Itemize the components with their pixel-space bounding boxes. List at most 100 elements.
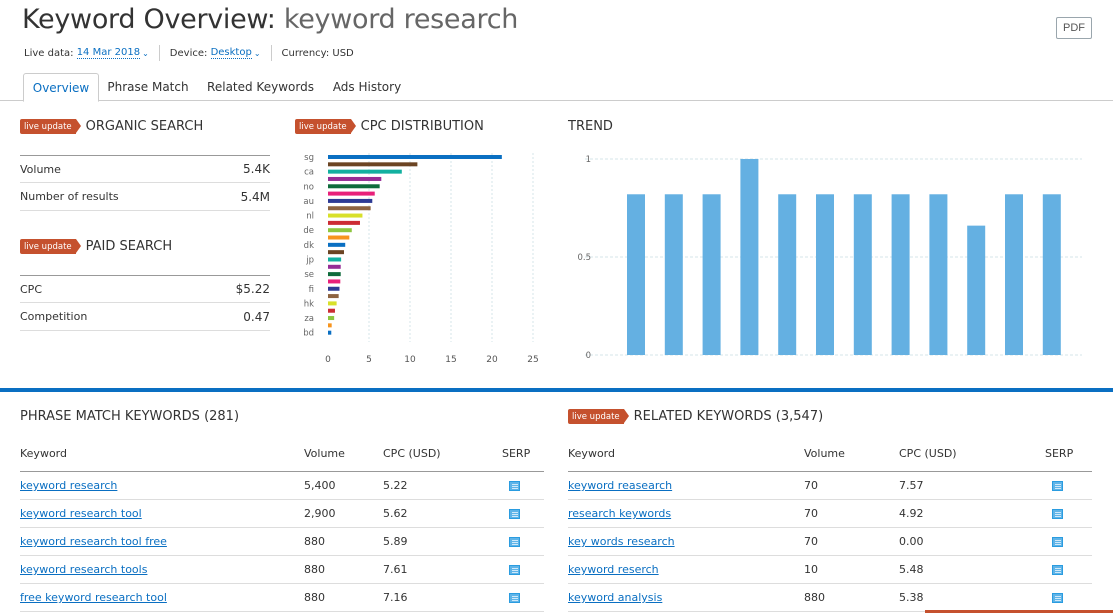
chevron-down-icon[interactable]: ⌄ [254, 49, 261, 58]
cpc-cell: 5.48 [899, 563, 924, 576]
cpc-cell: 7.57 [899, 479, 924, 492]
serp-icon[interactable] [509, 508, 520, 519]
volume-cell: 70 [804, 479, 818, 492]
paid-search-header: live update PAID SEARCH [20, 239, 172, 254]
keyword-link[interactable]: keyword research tool free [20, 535, 167, 548]
column-header[interactable]: CPC (USD) [899, 447, 957, 460]
metric-label: CPC [20, 282, 42, 296]
serp-icon[interactable] [1052, 508, 1063, 519]
cpc-bar [328, 206, 371, 211]
cpc-cell: 7.16 [383, 591, 408, 604]
keyword-link[interactable]: keyword reasearch [568, 479, 672, 492]
table-row: keyword reserch 10 5.48 [568, 556, 1092, 584]
serp-icon[interactable] [509, 480, 520, 491]
table-header: Keyword Volume CPC (USD) SERP [20, 436, 544, 472]
cpc-cell: 0.00 [899, 535, 924, 548]
serp-icon[interactable] [1052, 536, 1063, 547]
tab-related-keywords[interactable]: Related Keywords [203, 73, 318, 101]
trend-bar [778, 194, 797, 355]
cpc-bar [328, 191, 375, 196]
keyword-link[interactable]: research keywords [568, 507, 671, 520]
cpc-bar [328, 176, 382, 181]
cpc-bar [328, 264, 341, 269]
section-title: RELATED KEYWORDS (3,547) [633, 409, 824, 424]
live-update-badge: live update [568, 409, 629, 424]
table-row: research keywords 70 4.92 [568, 500, 1092, 528]
serp-icon[interactable] [1052, 480, 1063, 491]
paid-row-competition: Competition 0.47 [20, 303, 270, 331]
cpc-bar [328, 235, 350, 240]
section-divider [0, 388, 1113, 392]
trend-bar [627, 194, 645, 355]
x-tick-label: 5 [366, 355, 372, 365]
related-keywords-header: live update RELATED KEYWORDS (3,547) [568, 409, 823, 424]
device-dropdown[interactable]: Desktop [210, 47, 252, 59]
serp-icon[interactable] [509, 592, 520, 603]
live-update-badge: live update [20, 119, 81, 134]
trend-bar [891, 194, 910, 355]
category-label: de [303, 226, 314, 236]
volume-cell: 880 [804, 591, 825, 604]
serp-icon[interactable] [509, 564, 520, 575]
keyword-link[interactable]: keyword analysis [568, 591, 662, 604]
category-label: sg [304, 153, 314, 163]
column-header[interactable]: SERP [502, 447, 530, 460]
table-row: keyword research tool free 880 5.89 [20, 528, 544, 556]
column-header[interactable]: Volume [304, 447, 345, 460]
live-data-label: Live data: [24, 47, 74, 59]
tab-bar: Overview Phrase Match Related Keywords A… [0, 73, 1113, 102]
keyword-link[interactable]: free keyword research tool [20, 591, 167, 604]
section-title: TREND [568, 119, 613, 134]
category-label: za [304, 314, 314, 324]
column-header[interactable]: SERP [1045, 447, 1073, 460]
x-tick-label: 0 [325, 355, 331, 365]
trend-bar [702, 194, 721, 355]
category-label: dk [304, 241, 314, 251]
cpc-bar [328, 220, 360, 225]
live-update-badge: live update [20, 239, 81, 254]
category-label: fi [309, 285, 314, 295]
tab-overview[interactable]: Overview [23, 73, 99, 102]
tab-ads-history[interactable]: Ads History [328, 73, 406, 101]
metric-label: Number of results [20, 190, 119, 203]
cpc-bar [328, 301, 337, 306]
serp-icon[interactable] [1052, 564, 1063, 575]
column-header[interactable]: Keyword [568, 447, 615, 460]
x-tick-label: 20 [486, 355, 498, 365]
trend-bar [1042, 194, 1061, 355]
cpc-bar [328, 323, 332, 328]
table-row: keyword analysis 880 5.38 [568, 584, 1092, 612]
trend-bar [740, 159, 759, 355]
pdf-export-button[interactable]: PDF [1056, 17, 1092, 39]
chevron-down-icon[interactable]: ⌄ [142, 49, 149, 58]
category-label: nl [306, 212, 314, 222]
column-header[interactable]: CPC (USD) [383, 447, 441, 460]
volume-cell: 880 [304, 563, 325, 576]
cpc-cell: 4.92 [899, 507, 924, 520]
column-header[interactable]: Keyword [20, 447, 67, 460]
cpc-bar [328, 316, 335, 321]
paid-row-cpc: CPC $5.22 [20, 275, 270, 303]
column-header[interactable]: Volume [804, 447, 845, 460]
serp-icon[interactable] [1052, 592, 1063, 603]
cpc-cell: 5.38 [899, 591, 924, 604]
keyword-link[interactable]: keyword research tool [20, 507, 142, 520]
metric-label: Competition [20, 310, 88, 323]
tab-phrase-match[interactable]: Phrase Match [104, 73, 192, 101]
cpc-bar [328, 198, 373, 203]
cpc-bar [328, 330, 332, 335]
table-header: Keyword Volume CPC (USD) SERP [568, 436, 1092, 472]
live-data-date-dropdown[interactable]: 14 Mar 2018 [76, 47, 141, 59]
category-label: au [303, 197, 314, 207]
volume-cell: 2,900 [304, 507, 336, 520]
serp-icon[interactable] [509, 536, 520, 547]
section-title: PHRASE MATCH KEYWORDS (281) [20, 409, 240, 424]
keyword-link[interactable]: keyword research tools [20, 563, 147, 576]
cpc-bar [328, 213, 363, 218]
keyword-link[interactable]: key words research [568, 535, 675, 548]
section-title: ORGANIC SEARCH [85, 119, 204, 134]
keyword-link[interactable]: keyword reserch [568, 563, 659, 576]
cpc-bar [328, 242, 346, 247]
keyword-link[interactable]: keyword research [20, 479, 117, 492]
cpc-bar [328, 162, 418, 167]
